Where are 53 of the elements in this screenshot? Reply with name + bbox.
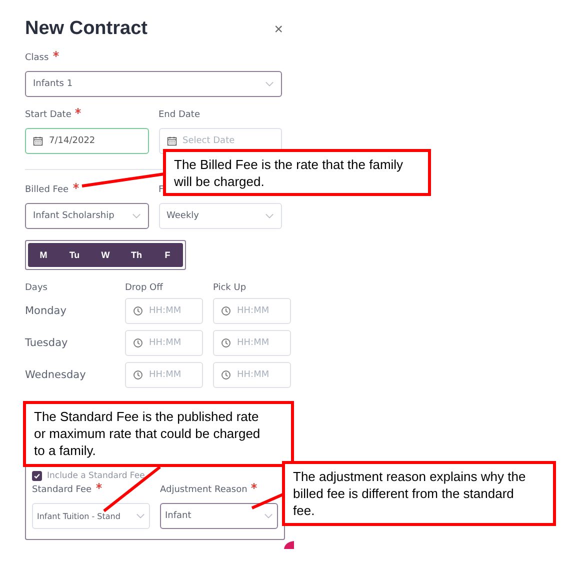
field-label: F bbox=[158, 185, 164, 195]
callout-tooltip: The adjustment reason explains why the billed fee is different from the standard fee. bbox=[282, 461, 556, 526]
clock-icon bbox=[133, 370, 143, 380]
weekday-button[interactable]: M bbox=[28, 243, 59, 267]
placeholder-text: Select Date bbox=[182, 136, 235, 146]
corner-marker-icon bbox=[284, 541, 294, 549]
leader-line bbox=[251, 492, 285, 510]
chevron-down-icon bbox=[264, 513, 273, 519]
clock-icon bbox=[133, 306, 143, 316]
clock-icon bbox=[221, 306, 231, 316]
column-header: Days bbox=[25, 283, 48, 293]
chevron-down-icon bbox=[132, 213, 140, 219]
placeholder-text: HH:MM bbox=[237, 338, 270, 348]
callout-tooltip: The Billed Fee is the rate that the family will be charged. bbox=[163, 149, 431, 196]
field-label: Class bbox=[25, 53, 49, 63]
clock-icon bbox=[221, 338, 231, 348]
field-label: Billed Fee bbox=[25, 185, 69, 195]
weekday-button[interactable]: Th bbox=[121, 243, 152, 267]
field-label: End Date bbox=[158, 110, 200, 120]
calendar-icon bbox=[166, 136, 176, 146]
callout-tooltip: The Standard Fee is the published rate or maximum rate that could be charged to a family. bbox=[23, 401, 294, 467]
dialog-title: New Contract bbox=[25, 18, 148, 40]
class-select[interactable]: Infants 1 bbox=[25, 71, 282, 97]
calendar-icon bbox=[33, 136, 43, 146]
weekday-button[interactable]: W bbox=[90, 243, 121, 267]
chevron-down-icon bbox=[136, 513, 145, 519]
standard-fee-select[interactable]: Infant Tuition - Stand bbox=[32, 503, 150, 529]
checkbox[interactable] bbox=[32, 471, 42, 481]
close-button[interactable]: × bbox=[272, 20, 285, 38]
start-date-field[interactable]: 7/14/2022 bbox=[25, 128, 148, 154]
day-label: Monday bbox=[25, 305, 68, 317]
field-label: Start Date bbox=[25, 110, 72, 120]
frequency-select[interactable]: Weekly bbox=[158, 203, 282, 229]
placeholder-text: HH:MM bbox=[149, 338, 182, 348]
day-label: Wednesday bbox=[25, 369, 87, 381]
chevron-down-icon bbox=[265, 81, 274, 87]
billed-fee-select[interactable]: Infant Scholarship bbox=[25, 203, 148, 229]
clock-icon bbox=[133, 338, 143, 348]
column-header: Pick Up bbox=[213, 283, 248, 293]
checkbox-label: Include a Standard Fee bbox=[47, 471, 145, 481]
field-label: Standard Fee bbox=[32, 485, 92, 495]
chevron-down-icon bbox=[265, 213, 274, 219]
placeholder-text: HH:MM bbox=[149, 306, 182, 316]
column-header: Drop Off bbox=[125, 283, 164, 293]
field-label: Adjustment Reason bbox=[160, 485, 248, 495]
day-label: Tuesday bbox=[25, 337, 69, 349]
placeholder-text: HH:MM bbox=[237, 370, 270, 380]
placeholder-text: HH:MM bbox=[149, 370, 182, 380]
adjustment-reason-select[interactable]: Infant bbox=[160, 503, 278, 529]
weekday-button[interactable]: Tu bbox=[59, 243, 90, 267]
placeholder-text: HH:MM bbox=[237, 306, 270, 316]
weekday-button[interactable]: F bbox=[152, 243, 183, 267]
clock-icon bbox=[221, 370, 231, 380]
